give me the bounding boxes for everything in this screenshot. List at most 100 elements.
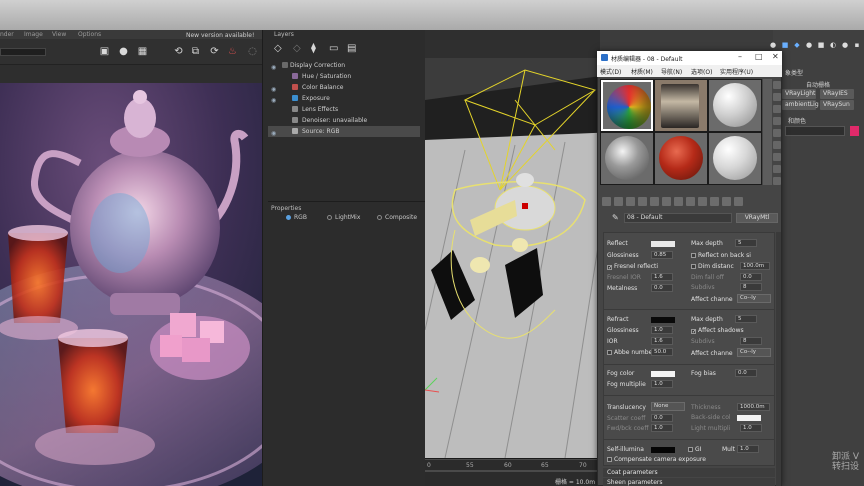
refract-affect-channels-select[interactable]: Co--ly (737, 348, 771, 357)
mult-input[interactable]: 1.0 (737, 445, 759, 453)
menu-options[interactable]: 选项(O) (691, 67, 712, 76)
maximize-icon[interactable]: □ (755, 52, 763, 61)
thickness-input[interactable]: 1000.0m (737, 403, 770, 411)
vfb-menu-options[interactable]: Options (78, 30, 101, 39)
dim-distance-checkbox[interactable]: Dim distanc (691, 263, 734, 270)
material-name-field[interactable]: 08 - Default (624, 213, 732, 223)
material-navigator-icon[interactable] (773, 177, 781, 185)
reflect-backside-checkbox[interactable]: Reflect on back si (691, 252, 751, 259)
ambientlight-button[interactable]: ambientLig (782, 100, 819, 110)
fog-color-swatch[interactable] (651, 371, 675, 377)
dim-distance-input[interactable]: 100.0m (740, 262, 770, 270)
options-icon[interactable] (773, 153, 781, 161)
make-unique-icon[interactable] (662, 197, 671, 206)
vraylight-button[interactable]: VRayLight (782, 89, 816, 99)
ior-input[interactable]: 1.6 (651, 337, 673, 345)
interactive-render-icon[interactable]: ⟳ (208, 45, 221, 58)
compensate-exposure-checkbox[interactable]: Compensate camera exposure (607, 456, 706, 463)
put-to-library-icon[interactable] (674, 197, 683, 206)
material-id-icon[interactable] (686, 197, 695, 206)
get-material-icon[interactable] (602, 197, 611, 206)
display-icon[interactable]: ■ (817, 41, 825, 49)
refract-glossiness-input[interactable]: 1.0 (651, 326, 673, 334)
sample-slot-5[interactable] (655, 133, 707, 184)
remove-layer-icon[interactable]: ◇ (293, 43, 301, 54)
vrayies-button[interactable]: VRayIES (820, 89, 854, 99)
object-name-field[interactable] (785, 126, 845, 136)
coat-parameters-rollout[interactable]: Coat parameters (603, 468, 775, 477)
add-layer-icon[interactable]: ◇ (274, 43, 282, 54)
show-end-result-icon[interactable] (710, 197, 719, 206)
camera-icon[interactable]: ▪ (853, 41, 861, 49)
fresnel-ior-input[interactable]: 1.6 (651, 273, 673, 281)
sample-slot-6[interactable] (709, 133, 761, 184)
refract-subdivs-input[interactable]: 8 (740, 337, 762, 345)
motion-icon[interactable]: ● (805, 41, 813, 49)
affect-shadows-checkbox[interactable]: ✓ Affect shadows (691, 327, 744, 335)
utilities-icon[interactable]: ◐ (829, 41, 837, 49)
preview-icon[interactable] (773, 141, 781, 149)
vfb-menu-image[interactable]: Image (24, 30, 43, 39)
self-illumination-swatch[interactable] (651, 447, 675, 453)
make-copy-icon[interactable] (650, 197, 659, 206)
layer-hue-saturation[interactable]: Hue / Saturation (268, 71, 420, 82)
tiling-icon[interactable] (773, 117, 781, 125)
background-icon[interactable] (773, 105, 781, 113)
fog-bias-input[interactable]: 0.0 (735, 369, 757, 377)
gi-checkbox[interactable]: GI (688, 446, 701, 453)
put-to-scene-icon[interactable] (614, 197, 623, 206)
go-to-parent-icon[interactable] (722, 197, 731, 206)
sample-slots-scrollbar[interactable] (763, 79, 772, 185)
translucency-select[interactable]: None (651, 402, 685, 411)
menu-navigation[interactable]: 导航(N) (661, 67, 682, 76)
vfb-menu-render[interactable]: nder (0, 30, 14, 39)
dim-falloff-input[interactable]: 0.0 (740, 273, 762, 281)
reflect-color-swatch[interactable] (651, 241, 675, 247)
history-icon[interactable]: ⟲ (172, 45, 185, 58)
close-icon[interactable]: ✕ (772, 52, 779, 61)
open-folder-icon[interactable]: ▭ (329, 43, 338, 54)
fog-multiplier-input[interactable]: 1.0 (651, 380, 673, 388)
eyedropper-icon[interactable]: ✎ (612, 213, 619, 222)
assign-material-icon[interactable] (626, 197, 635, 206)
backlight-icon[interactable] (773, 93, 781, 101)
select-by-material-icon[interactable] (773, 165, 781, 173)
parameters-scrollbar[interactable] (776, 232, 781, 486)
go-forward-icon[interactable] (734, 197, 743, 206)
fwd-bck-coeff-input[interactable]: 1.0 (651, 424, 673, 432)
fresnel-checkbox[interactable]: ✓ Fresnel reflecti (607, 263, 658, 271)
layer-source-rgb[interactable]: ◉ Source: RGB (268, 126, 420, 137)
sample-slot-4[interactable] (601, 133, 653, 184)
channel-select[interactable] (0, 48, 46, 56)
update-notice[interactable]: New version available! (186, 32, 254, 39)
save-icon[interactable]: ▣ (98, 45, 111, 58)
layer-color-balance[interactable]: ◉ Color Balance (268, 82, 420, 93)
radio-rgb[interactable]: RGB (286, 214, 307, 221)
sheen-parameters-rollout[interactable]: Sheen parameters (603, 478, 775, 486)
refract-max-depth-input[interactable]: 5 (735, 315, 757, 323)
light-icon[interactable]: ● (841, 41, 849, 49)
copy-icon[interactable]: ⧉ (189, 45, 202, 58)
menu-mode[interactable]: 模式(D) (600, 67, 621, 76)
sample-slot-2[interactable] (655, 80, 707, 131)
layer-display-correction[interactable]: ◉ Display Correction (268, 60, 420, 71)
refract-color-swatch[interactable] (651, 317, 675, 323)
layer-exposure[interactable]: ◉ Exposure (268, 93, 420, 104)
subdivs-input[interactable]: 8 (740, 283, 762, 291)
sample-slot-1[interactable] (601, 80, 653, 131)
video-check-icon[interactable] (773, 129, 781, 137)
reset-map-icon[interactable] (638, 197, 647, 206)
auto-grid-checkbox[interactable]: 自动栅格 (806, 80, 830, 89)
light-multiplier-input[interactable]: 1.0 (740, 424, 762, 432)
stop-icon[interactable]: ◌ (246, 45, 259, 58)
vfb-menu-view[interactable]: View (52, 30, 66, 39)
radio-lightmix[interactable]: LightMix (327, 214, 360, 221)
radio-composite[interactable]: Composite (377, 214, 417, 221)
save-preset-icon[interactable]: ▤ (347, 43, 356, 54)
max-depth-input[interactable]: 5 (735, 239, 757, 247)
eye-icon[interactable]: ◉ (271, 128, 276, 139)
menu-material[interactable]: 材质(M) (631, 67, 653, 76)
object-color-swatch[interactable] (850, 126, 859, 136)
region-icon[interactable]: ▦ (136, 45, 149, 58)
vraysun-button[interactable]: VRaySun (820, 100, 854, 110)
